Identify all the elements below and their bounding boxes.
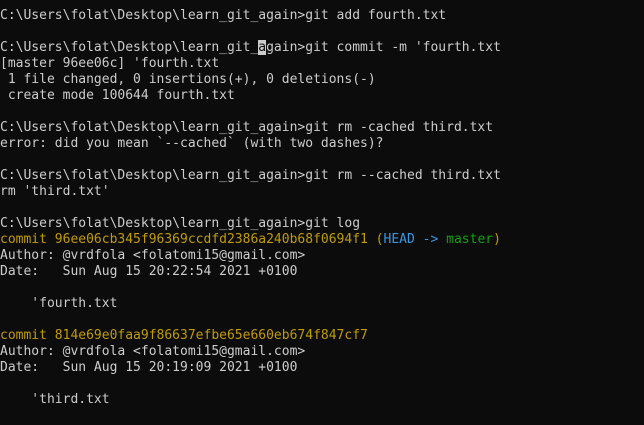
command-text: git rm -cached third.txt [305,120,494,135]
command-prompt: C:\Users\folat\Desktop\learn_git_again> [0,8,306,23]
ref-close-paren: ) [493,232,501,247]
head-ref: HEAD -> [383,232,439,247]
command-prompt: C:\Users\folat\Desktop\learn_git_again> [0,120,306,135]
error-message: error: did you mean `--cached` (with two… [0,136,384,151]
log-message-line: 'third.txt [0,392,110,407]
output-line: 1 file changed, 0 insertions(+), 0 delet… [0,72,376,87]
command-prompt-end: gain> [266,40,306,55]
log-commit-line: commit 96ee06cb345f96369ccdfd2386a240b68… [0,232,501,248]
command-prompt-start: C:\Users\folat\Desktop\learn_git_ [0,40,259,55]
command-text: git log [305,216,361,231]
commit-hash: commit 96ee06cb345f96369ccdfd2386a240b68… [0,232,368,247]
command-text: git rm --cached third.txt [305,168,501,183]
command-prompt: C:\Users\folat\Desktop\learn_git_again> [0,216,306,231]
ref-space [438,232,446,247]
output-line: [master 96ee06c] 'fourth.txt [0,56,220,71]
log-author-line: Author: @vrdfola <folatomi15@gmail.com> [0,248,306,263]
command-prompt: C:\Users\folat\Desktop\learn_git_again> [0,168,306,183]
output-line: create mode 100644 fourth.txt [0,88,235,103]
command-line-git-log: C:\Users\folat\Desktop\learn_git_again>g… [0,216,360,232]
ref-open-paren: ( [367,232,384,247]
command-text: git add fourth.txt [305,8,447,23]
commit-hash: commit 814e69e0faa9f86637efbe65e660eb674… [0,328,368,343]
command-line-git-add: C:\Users\folat\Desktop\learn_git_again>g… [0,8,446,24]
log-message-line: 'fourth.txt [0,296,118,311]
log-commit-line: commit 814e69e0faa9f86637efbe65e660eb674… [0,328,368,344]
command-line-git-commit: C:\Users\folat\Desktop\learn_git_again>g… [0,40,501,56]
text-cursor: a [258,40,267,55]
command-text: git commit -m 'fourth.txt [305,40,501,55]
log-date-line: Date: Sun Aug 15 20:22:54 2021 +0100 [0,264,298,279]
terminal-window[interactable]: C:\Users\folat\Desktop\learn_git_again>g… [0,0,644,425]
log-date-line: Date: Sun Aug 15 20:19:09 2021 +0100 [0,360,298,375]
command-line-git-rm-single-dash: C:\Users\folat\Desktop\learn_git_again>g… [0,120,493,136]
log-author-line: Author: @vrdfola <folatomi15@gmail.com> [0,344,306,359]
command-line-git-rm-double-dash: C:\Users\folat\Desktop\learn_git_again>g… [0,168,501,184]
output-line: rm 'third.txt' [0,184,110,199]
branch-name: master [446,232,494,247]
